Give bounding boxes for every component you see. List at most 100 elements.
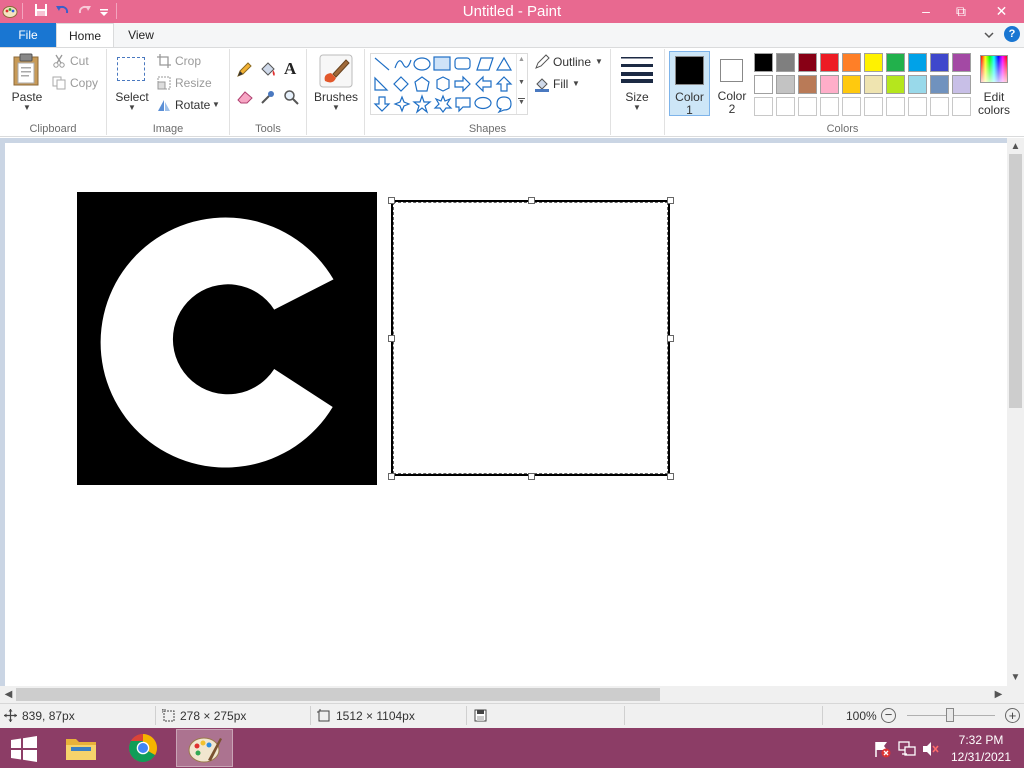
palette-swatch[interactable] <box>798 53 817 72</box>
windows-start-icon[interactable] <box>11 736 37 762</box>
resize-handle[interactable] <box>528 473 535 480</box>
tab-file[interactable]: File <box>0 23 56 47</box>
minimize-ribbon-icon[interactable] <box>981 27 997 43</box>
brushes-dropdown-icon[interactable]: ▼ <box>312 103 360 112</box>
tab-home[interactable]: Home <box>56 23 114 48</box>
text-tool-icon[interactable]: A <box>284 60 300 78</box>
fill-dropdown-icon[interactable]: ▼ <box>572 79 580 88</box>
color-picker-icon[interactable] <box>260 89 276 105</box>
customize-qa-icon[interactable] <box>96 3 112 19</box>
palette-swatch[interactable] <box>908 97 927 116</box>
palette-swatch[interactable] <box>864 75 883 94</box>
palette-swatch[interactable] <box>842 75 861 94</box>
palette-swatch[interactable] <box>930 97 949 116</box>
outline-dropdown-icon[interactable]: ▼ <box>595 57 603 66</box>
palette-swatch[interactable] <box>754 97 773 116</box>
select-dropdown-icon[interactable]: ▼ <box>113 103 151 112</box>
network-icon[interactable] <box>898 740 916 758</box>
palette-swatch[interactable] <box>930 75 949 94</box>
palette-swatch[interactable] <box>820 75 839 94</box>
outline-button[interactable]: Outline ▼ <box>534 54 608 70</box>
palette-swatch[interactable] <box>798 75 817 94</box>
color1-button[interactable]: Color 1 <box>669 51 710 117</box>
resize-handle[interactable] <box>667 473 674 480</box>
redo-icon[interactable] <box>77 3 93 19</box>
palette-swatch[interactable] <box>820 53 839 72</box>
resize-handle[interactable] <box>667 197 674 204</box>
paste-button[interactable]: Paste ▼ <box>9 53 45 112</box>
resize-handle[interactable] <box>667 335 674 342</box>
brushes-button[interactable]: Brushes ▼ <box>312 52 360 114</box>
crop-button[interactable]: Crop <box>157 54 217 70</box>
cut-button[interactable]: Cut <box>52 54 100 70</box>
zoom-in-button[interactable]: + <box>1005 708 1020 723</box>
palette-swatch[interactable] <box>886 53 905 72</box>
palette-swatch[interactable] <box>754 75 773 94</box>
scroll-down-icon[interactable]: ▼ <box>1007 669 1024 686</box>
scroll-left-icon[interactable]: ◀ <box>0 686 17 703</box>
fill-button[interactable]: Fill ▼ <box>534 76 594 92</box>
color-palette[interactable] <box>754 53 974 117</box>
palette-swatch[interactable] <box>754 53 773 72</box>
black-square-shape[interactable] <box>77 192 377 485</box>
palette-swatch[interactable] <box>864 53 883 72</box>
color2-button[interactable]: Color 2 <box>712 51 752 116</box>
rotate-button[interactable]: Rotate ▼ <box>157 98 225 114</box>
resize-handle[interactable] <box>388 197 395 204</box>
palette-swatch[interactable] <box>842 53 861 72</box>
palette-swatch[interactable] <box>776 97 795 116</box>
palette-swatch[interactable] <box>886 75 905 94</box>
zoom-slider-thumb[interactable] <box>946 708 954 722</box>
palette-swatch[interactable] <box>930 53 949 72</box>
shapes-scroll-up-icon[interactable]: ▲ <box>518 56 525 63</box>
chrome-taskbar-button[interactable] <box>124 731 162 765</box>
palette-swatch[interactable] <box>842 97 861 116</box>
palette-swatch[interactable] <box>952 53 971 72</box>
fill-bucket-icon[interactable] <box>259 61 277 79</box>
paste-dropdown-icon[interactable]: ▼ <box>9 103 45 112</box>
magnifier-icon[interactable] <box>283 89 299 105</box>
palette-swatch[interactable] <box>776 75 795 94</box>
eraser-icon[interactable] <box>236 89 254 105</box>
volume-muted-icon[interactable] <box>921 740 939 758</box>
resize-handle[interactable] <box>388 473 395 480</box>
zoom-out-button[interactable]: − <box>881 708 896 723</box>
edit-colors-button[interactable]: Edit colors <box>976 53 1012 117</box>
rotate-dropdown-icon[interactable]: ▼ <box>212 100 220 109</box>
palette-swatch[interactable] <box>908 75 927 94</box>
palette-swatch[interactable] <box>798 97 817 116</box>
clock-date[interactable]: 12/31/2021 <box>946 750 1016 764</box>
palette-swatch[interactable] <box>952 97 971 116</box>
selection-rectangle[interactable] <box>391 200 670 476</box>
copy-button[interactable]: Copy <box>52 76 102 92</box>
resize-handle[interactable] <box>528 197 535 204</box>
palette-swatch[interactable] <box>886 97 905 116</box>
scroll-up-icon[interactable]: ▲ <box>1007 138 1024 155</box>
paint-app-icon[interactable] <box>2 3 18 19</box>
save-icon[interactable] <box>33 3 49 19</box>
paint-taskbar-button[interactable] <box>176 729 233 767</box>
palette-swatch[interactable] <box>908 53 927 72</box>
palette-swatch[interactable] <box>864 97 883 116</box>
palette-swatch[interactable] <box>952 75 971 94</box>
shapes-expand-icon[interactable]: ▼ <box>518 99 525 106</box>
minimize-button[interactable]: – <box>909 0 943 23</box>
action-center-flag-icon[interactable] <box>873 740 891 758</box>
size-button[interactable]: Size ▼ <box>616 53 658 115</box>
tab-view[interactable]: View <box>114 23 168 47</box>
size-dropdown-icon[interactable]: ▼ <box>616 103 658 112</box>
undo-icon[interactable] <box>54 3 70 19</box>
shapes-gallery[interactable]: ▲ ▼ ▼ <box>370 53 528 115</box>
vertical-scroll-thumb[interactable] <box>1009 154 1022 408</box>
file-explorer-taskbar-button[interactable] <box>62 731 100 765</box>
palette-swatch[interactable] <box>776 53 795 72</box>
shapes-scroll[interactable]: ▲ ▼ ▼ <box>516 54 528 114</box>
clock-time[interactable]: 7:32 PM <box>946 733 1016 747</box>
close-button[interactable]: ✕ <box>979 0 1024 23</box>
shapes-scroll-down-icon[interactable]: ▼ <box>518 79 525 86</box>
maximize-button[interactable]: ⧉ <box>944 0 978 23</box>
scroll-right-icon[interactable]: ▶ <box>990 686 1007 703</box>
select-button[interactable]: Select ▼ <box>113 54 151 112</box>
horizontal-scroll-thumb[interactable] <box>16 688 660 701</box>
resize-button[interactable]: Resize <box>157 76 219 92</box>
